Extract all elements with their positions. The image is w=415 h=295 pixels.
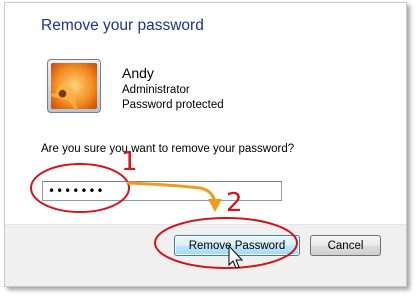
step-1-label: 1 <box>121 147 138 177</box>
user-avatar <box>47 59 101 113</box>
remove-password-button[interactable]: Remove Password <box>174 235 300 256</box>
remove-password-dialog: Remove your password Andy Administrator <box>4 2 407 287</box>
user-account-type: Administrator <box>122 84 190 96</box>
orange-flower-avatar-icon <box>51 63 97 109</box>
step-2-label: 2 <box>226 188 243 218</box>
password-field[interactable] <box>42 181 282 201</box>
user-name: Andy <box>122 65 154 81</box>
dialog-title: Remove your password <box>41 17 204 34</box>
confirm-question: Are you sure you want to remove your pas… <box>41 143 295 155</box>
user-password-status: Password protected <box>122 99 224 111</box>
cancel-button[interactable]: Cancel <box>310 235 381 256</box>
